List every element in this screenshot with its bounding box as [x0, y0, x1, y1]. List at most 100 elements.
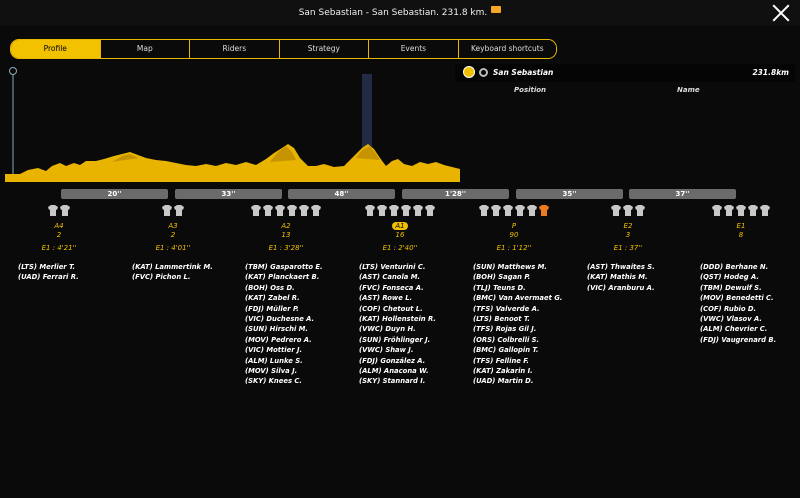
rider-name[interactable]: (FDJ) González A.: [359, 356, 455, 366]
rider-name[interactable]: (QST) Hodeg A.: [700, 272, 796, 282]
rider-group[interactable]: E2 3 E1 : 37'' (AST) Thwaites S. (KAT) Mathi…: [573, 201, 683, 293]
rider-jersey-icon[interactable]: [425, 205, 435, 216]
rider-name[interactable]: (FVC) Fonseca A.: [359, 283, 455, 293]
rider-name[interactable]: (KAT) Lammertink M.: [132, 262, 228, 272]
rider-name[interactable]: (KAT) Hollenstein R.: [359, 314, 455, 324]
rider-name[interactable]: (COF) Chetout L.: [359, 304, 455, 314]
rider-name[interactable]: (AST) Rowe L.: [359, 293, 455, 303]
rider-name[interactable]: (KAT) Zakarin I.: [473, 366, 569, 376]
rider-group[interactable]: A3 2 E1 : 4'01'' (KAT) Lammertink M. (FVC) P…: [118, 201, 228, 283]
rider-jersey-icon[interactable]: [515, 205, 525, 216]
rider-name[interactable]: (AST) Canola M.: [359, 272, 455, 282]
rider-name[interactable]: (BOH) Oss D.: [245, 283, 341, 293]
rider-name[interactable]: (TFS) Rojas Gil J.: [473, 324, 569, 334]
rider-name[interactable]: (LTS) Venturini C.: [359, 262, 455, 272]
rider-jersey-icon[interactable]: [635, 205, 645, 216]
tab-keyboard-shortcuts[interactable]: Keyboard shortcuts: [458, 40, 556, 58]
tab-riders[interactable]: Riders: [190, 40, 280, 58]
rider-group[interactable]: A1 16 E1 : 2'40'' (LTS) Venturini C. (AST) C…: [345, 201, 455, 387]
rider-name[interactable]: (TFS) Valverde A.: [473, 304, 569, 314]
monitor-icon[interactable]: [491, 6, 502, 13]
rider-group[interactable]: E1 8 (DDD) Berhane N. (QST) Hodeg A. (TBM) D…: [686, 201, 796, 345]
rider-jersey-icon[interactable]: [60, 205, 70, 216]
rider-jersey-icon[interactable]: [401, 205, 411, 216]
gap-bar: 35'': [516, 189, 623, 199]
rider-name[interactable]: (TBM) Dewulf S.: [700, 283, 796, 293]
rider-name[interactable]: (UAD) Martin D.: [473, 376, 569, 386]
rider-jersey-icon[interactable]: [174, 205, 184, 216]
rider-name[interactable]: (FDJ) Vaugrenard B.: [700, 335, 796, 345]
rider-jersey-icon[interactable]: [479, 205, 489, 216]
rider-jersey-icon[interactable]: [413, 205, 423, 216]
rider-name[interactable]: (SKY) Knees C.: [245, 376, 341, 386]
rider-name[interactable]: (VWC) Shaw J.: [359, 345, 455, 355]
rider-name[interactable]: (MOV) Silva J.: [245, 366, 341, 376]
rider-name[interactable]: (DDD) Berhane N.: [700, 262, 796, 272]
rider-jersey-icon[interactable]: [275, 205, 285, 216]
rider-jersey-icon[interactable]: [712, 205, 722, 216]
tab-strategy[interactable]: Strategy: [279, 40, 370, 58]
tab-profile[interactable]: Profile: [11, 40, 101, 58]
rider-name[interactable]: (MOV) Benedetti C.: [700, 293, 796, 303]
rider-name[interactable]: (KAT) Planckaert B.: [245, 272, 341, 282]
rider-jersey-icon[interactable]: [263, 205, 273, 216]
rider-name[interactable]: (SUN) Matthews M.: [473, 262, 569, 272]
rider-name[interactable]: (AST) Thwaites S.: [587, 262, 683, 272]
tab-map[interactable]: Map: [100, 40, 191, 58]
rider-jersey-icon[interactable]: [311, 205, 321, 216]
rider-name[interactable]: (TBM) Gasparotto E.: [245, 262, 341, 272]
rider-name[interactable]: (SUN) Fröhlinger J.: [359, 335, 455, 345]
rider-jersey-icon[interactable]: [724, 205, 734, 216]
rider-jersey-icon[interactable]: [527, 205, 537, 216]
yellow-jersey-icon[interactable]: [463, 66, 475, 78]
rider-jersey-icon[interactable]: [503, 205, 513, 216]
rider-name[interactable]: (KAT) Mathis M.: [587, 272, 683, 282]
rider-name[interactable]: (VWC) Duyn H.: [359, 324, 455, 334]
rider-name[interactable]: (SUN) Hirschi M.: [245, 324, 341, 334]
rider-jersey-icon[interactable]: [162, 205, 172, 216]
rider-jersey-icon[interactable]: [299, 205, 309, 216]
rider-jersey-icon[interactable]: [287, 205, 297, 216]
rider-jersey-icon[interactable]: [377, 205, 387, 216]
rider-name[interactable]: (MOV) Pedrero A.: [245, 335, 341, 345]
rider-jersey-icon[interactable]: [611, 205, 621, 216]
rider-group[interactable]: P 90 E1 : 1'12'' (SUN) Matthews M. (BOH) Sag…: [459, 201, 569, 387]
rider-name[interactable]: (ALM) Chevrier C.: [700, 324, 796, 334]
rider-name[interactable]: (FDJ) Müller P.: [245, 304, 341, 314]
rider-group[interactable]: A4 2 E1 : 4'21'' (LTS) Merlier T. (UAD) Ferr…: [4, 201, 114, 283]
group-label: A3: [168, 222, 178, 230]
rider-jersey-icon[interactable]: [748, 205, 758, 216]
rider-jersey-icon[interactable]: [365, 205, 375, 216]
rider-jersey-icon[interactable]: [491, 205, 501, 216]
close-icon[interactable]: [770, 2, 792, 24]
rider-name[interactable]: (ALM) Lunke S.: [245, 356, 341, 366]
rider-name[interactable]: (BMC) Van Avermaet G.: [473, 293, 569, 303]
rider-name[interactable]: (VWC) Vlasov A.: [700, 314, 796, 324]
rider-name[interactable]: (VIC) Duchesne A.: [245, 314, 341, 324]
tab-events[interactable]: Events: [369, 40, 459, 58]
rider-jersey-icon[interactable]: [736, 205, 746, 216]
rider-name[interactable]: (TLJ) Teuns D.: [473, 283, 569, 293]
rider-name[interactable]: (TFS) Felline F.: [473, 356, 569, 366]
rider-name[interactable]: (LTS) Merlier T.: [18, 262, 114, 272]
rider-jersey-icon[interactable]: [760, 205, 770, 216]
rider-name[interactable]: (BOH) Sagan P.: [473, 272, 569, 282]
rider-name[interactable]: (VIC) Mottier J.: [245, 345, 341, 355]
rider-name[interactable]: (ORS) Colbrelli S.: [473, 335, 569, 345]
orange-jersey-icon[interactable]: [539, 205, 549, 216]
rider-name[interactable]: (UAD) Ferrari R.: [18, 272, 114, 282]
rider-name[interactable]: (ALM) Anacona W.: [359, 366, 455, 376]
rider-jersey-icon[interactable]: [48, 205, 58, 216]
rider-jersey-icon[interactable]: [251, 205, 261, 216]
rider-name[interactable]: (COF) Rubio D.: [700, 304, 796, 314]
rider-name[interactable]: (SKY) Stannard I.: [359, 376, 455, 386]
rider-name[interactable]: (FVC) Pichon L.: [132, 272, 228, 282]
rider-name[interactable]: (KAT) Zabel R.: [245, 293, 341, 303]
rider-group[interactable]: A2 13 E1 : 3'28'' (TBM) Gasparotto E. (KAT) …: [231, 201, 341, 387]
race-profile[interactable]: [0, 62, 460, 186]
rider-name[interactable]: (BMC) Gallopin T.: [473, 345, 569, 355]
rider-jersey-icon[interactable]: [623, 205, 633, 216]
rider-jersey-icon[interactable]: [389, 205, 399, 216]
rider-name[interactable]: (VIC) Aranburu A.: [587, 283, 683, 293]
rider-name[interactable]: (LTS) Benoot T.: [473, 314, 569, 324]
